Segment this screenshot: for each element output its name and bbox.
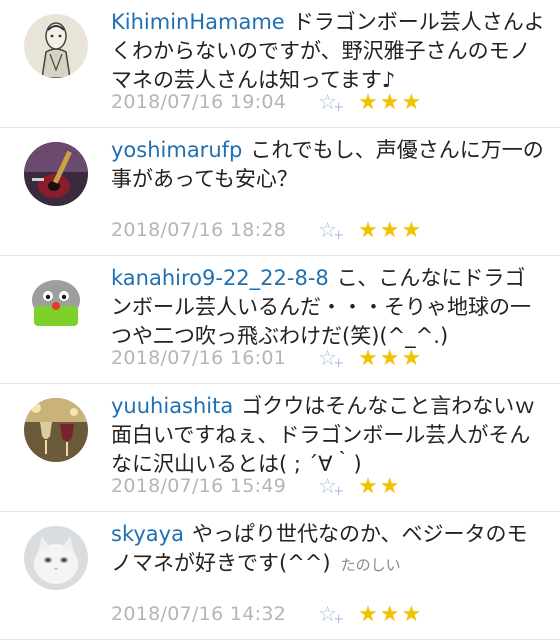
username-link[interactable]: yoshimarufp <box>111 138 242 162</box>
add-favorite-icon[interactable]: ☆ + <box>318 472 346 500</box>
comment-meta: 2018/07/16 15:49 ☆ + ★★ <box>111 472 402 500</box>
comment-body: KihiminHamame ドラゴンボール芸人さんよくわからないのですが、野沢雅子… <box>111 8 546 95</box>
comment-body: kanahiro9-22_22-8-8 こ、こんなにドラゴンボール芸人いるんだ・・… <box>111 264 546 351</box>
add-favorite-icon[interactable]: ☆ + <box>318 216 346 244</box>
comment-item: yuuhiashita ゴクウはそんなこと言わないｗ面白いですねぇ、ドラゴンボール… <box>0 384 560 512</box>
add-favorite-icon[interactable]: ☆ + <box>318 88 346 116</box>
plus-icon: + <box>333 612 345 627</box>
comment-body: yuuhiashita ゴクウはそんなこと言わないｗ面白いですねぇ、ドラゴンボール… <box>111 392 546 479</box>
avatar[interactable] <box>24 14 88 78</box>
comment-date: 2018/07/16 18:28 <box>111 219 287 241</box>
avatar[interactable] <box>24 270 88 334</box>
comment-list: KihiminHamame ドラゴンボール芸人さんよくわからないのですが、野沢雅子… <box>0 0 560 640</box>
rating-stars: ★★★ <box>358 601 424 627</box>
rating-stars: ★★★ <box>358 217 424 243</box>
comment-meta: 2018/07/16 14:32 ☆ + ★★★ <box>111 600 423 628</box>
username-link[interactable]: yuuhiashita <box>111 394 233 418</box>
comment-meta: 2018/07/16 18:28 ☆ + ★★★ <box>111 216 423 244</box>
avatar[interactable] <box>24 142 88 206</box>
comment-item: kanahiro9-22_22-8-8 こ、こんなにドラゴンボール芸人いるんだ・・… <box>0 256 560 384</box>
username-link[interactable]: kanahiro9-22_22-8-8 <box>111 266 329 290</box>
portrait-avatar-image <box>24 14 88 78</box>
character-avatar-image <box>24 270 88 334</box>
guitar-avatar-image <box>24 142 88 206</box>
username-link[interactable]: KihiminHamame <box>111 10 285 34</box>
username-link[interactable]: skyaya <box>111 522 184 546</box>
rating-stars: ★★★ <box>358 89 424 115</box>
comment-meta: 2018/07/16 19:04 ☆ + ★★★ <box>111 88 423 116</box>
plus-icon: + <box>333 356 345 371</box>
comment-meta: 2018/07/16 16:01 ☆ + ★★★ <box>111 344 423 372</box>
reaction-tag: たのしい <box>340 556 401 574</box>
comment-body: yoshimarufp これでもし、声優さんに万一の事があっても安心？ <box>111 136 546 194</box>
avatar[interactable] <box>24 526 88 590</box>
rating-stars: ★★★ <box>358 345 424 371</box>
rating-stars: ★★ <box>358 473 402 499</box>
add-favorite-icon[interactable]: ☆ + <box>318 344 346 372</box>
comment-item: KihiminHamame ドラゴンボール芸人さんよくわからないのですが、野沢雅子… <box>0 0 560 128</box>
wine-avatar-image <box>24 398 88 462</box>
avatar[interactable] <box>24 398 88 462</box>
comment-body: skyaya やっぱり世代なのか、ベジータのモノマネが好きです(^^) たのしい <box>111 520 546 580</box>
comment-date: 2018/07/16 14:32 <box>111 603 287 625</box>
comment-item: skyaya やっぱり世代なのか、ベジータのモノマネが好きです(^^) たのしい 2… <box>0 512 560 640</box>
plus-icon: + <box>333 484 345 499</box>
comment-item: yoshimarufp これでもし、声優さんに万一の事があっても安心？ 2018/… <box>0 128 560 256</box>
plus-icon: + <box>333 228 345 243</box>
plus-icon: + <box>333 100 345 115</box>
comment-date: 2018/07/16 16:01 <box>111 347 287 369</box>
cat-avatar-image <box>24 526 88 590</box>
comment-date: 2018/07/16 15:49 <box>111 475 287 497</box>
comment-date: 2018/07/16 19:04 <box>111 91 287 113</box>
add-favorite-icon[interactable]: ☆ + <box>318 600 346 628</box>
